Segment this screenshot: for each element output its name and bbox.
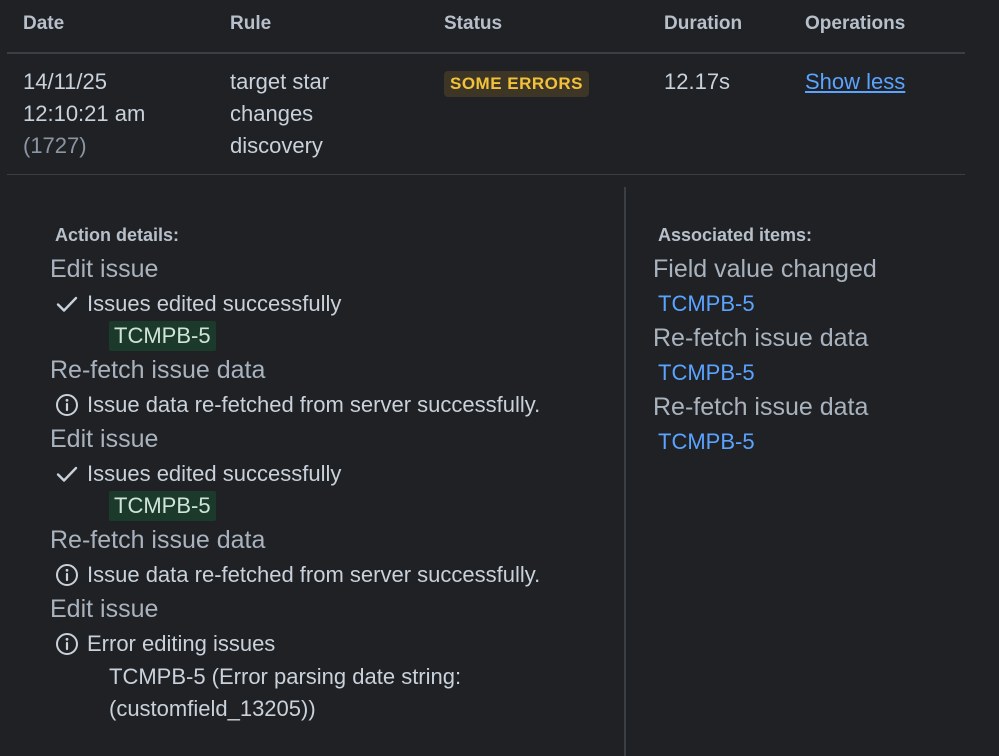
- check-icon: [56, 466, 78, 482]
- associated-title: Re-fetch issue data: [653, 324, 869, 352]
- action-message-text: Issues edited successfully: [87, 461, 342, 486]
- associated-issue-link[interactable]: TCMPB-5: [658, 360, 755, 386]
- associated-title: Re-fetch issue data: [653, 393, 869, 421]
- action-details-heading: Action details:: [55, 225, 180, 245]
- action-message: Issues edited successfully: [55, 461, 341, 487]
- info-icon: [56, 633, 78, 655]
- info-icon: [56, 394, 78, 416]
- action-title: Re-fetch issue data: [50, 526, 266, 554]
- table-header: Date Rule Status Duration Operations: [7, 0, 965, 54]
- action-message: Error editing issues: [55, 631, 275, 657]
- rule-line: discovery: [230, 133, 323, 158]
- rule-line: target star: [230, 69, 330, 94]
- column-header-status: Status: [444, 13, 503, 34]
- associated-title: Field value changed: [653, 255, 877, 283]
- column-header-duration: Duration: [664, 13, 743, 34]
- time-line: 12:10:21 am: [23, 101, 146, 126]
- action-message: Issue data re-fetched from server succes…: [55, 392, 540, 418]
- action-title: Re-fetch issue data: [50, 356, 266, 384]
- rule-line: changes: [230, 101, 314, 126]
- status-badge: SOME ERRORS: [444, 71, 590, 97]
- associated-items-heading: Associated items:: [658, 225, 813, 245]
- column-header-date: Date: [23, 13, 65, 34]
- error-detail: (customfield_13205)): [109, 696, 316, 721]
- action-title: Edit issue: [50, 255, 159, 283]
- run-id: (1727): [23, 133, 87, 158]
- column-header-operations: Operations: [805, 13, 906, 34]
- action-message-text: Issues edited successfully: [87, 291, 342, 316]
- action-message-text: Error editing issues: [87, 631, 276, 656]
- action-message-text: Issue data re-fetched from server succes…: [87, 392, 541, 417]
- action-message: Issues edited successfully: [55, 291, 341, 317]
- column-header-rule: Rule: [230, 13, 272, 34]
- issue-tag: TCMPB-5: [109, 491, 216, 521]
- column-divider: [624, 187, 626, 756]
- error-detail: TCMPB-5 (Error parsing date string:: [109, 664, 462, 689]
- action-message-text: Issue data re-fetched from server succes…: [87, 562, 541, 587]
- associated-issue-link[interactable]: TCMPB-5: [658, 429, 755, 455]
- action-message: Issue data re-fetched from server succes…: [55, 562, 540, 588]
- check-icon: [56, 296, 78, 312]
- table-row: 14/11/25 12:10:21 am (1727) target star …: [7, 54, 965, 175]
- show-less-link[interactable]: Show less: [805, 66, 905, 98]
- action-title: Edit issue: [50, 425, 159, 453]
- issue-tag: TCMPB-5: [109, 321, 216, 351]
- duration-cell: 12.17s: [664, 69, 731, 94]
- rule-cell: target star changes discovery: [230, 66, 329, 162]
- associated-issue-link[interactable]: TCMPB-5: [658, 291, 755, 317]
- info-icon: [56, 564, 78, 586]
- date-cell: 14/11/25 12:10:21 am (1727): [23, 66, 145, 162]
- action-title: Edit issue: [50, 595, 159, 623]
- date-line: 14/11/25: [23, 69, 108, 94]
